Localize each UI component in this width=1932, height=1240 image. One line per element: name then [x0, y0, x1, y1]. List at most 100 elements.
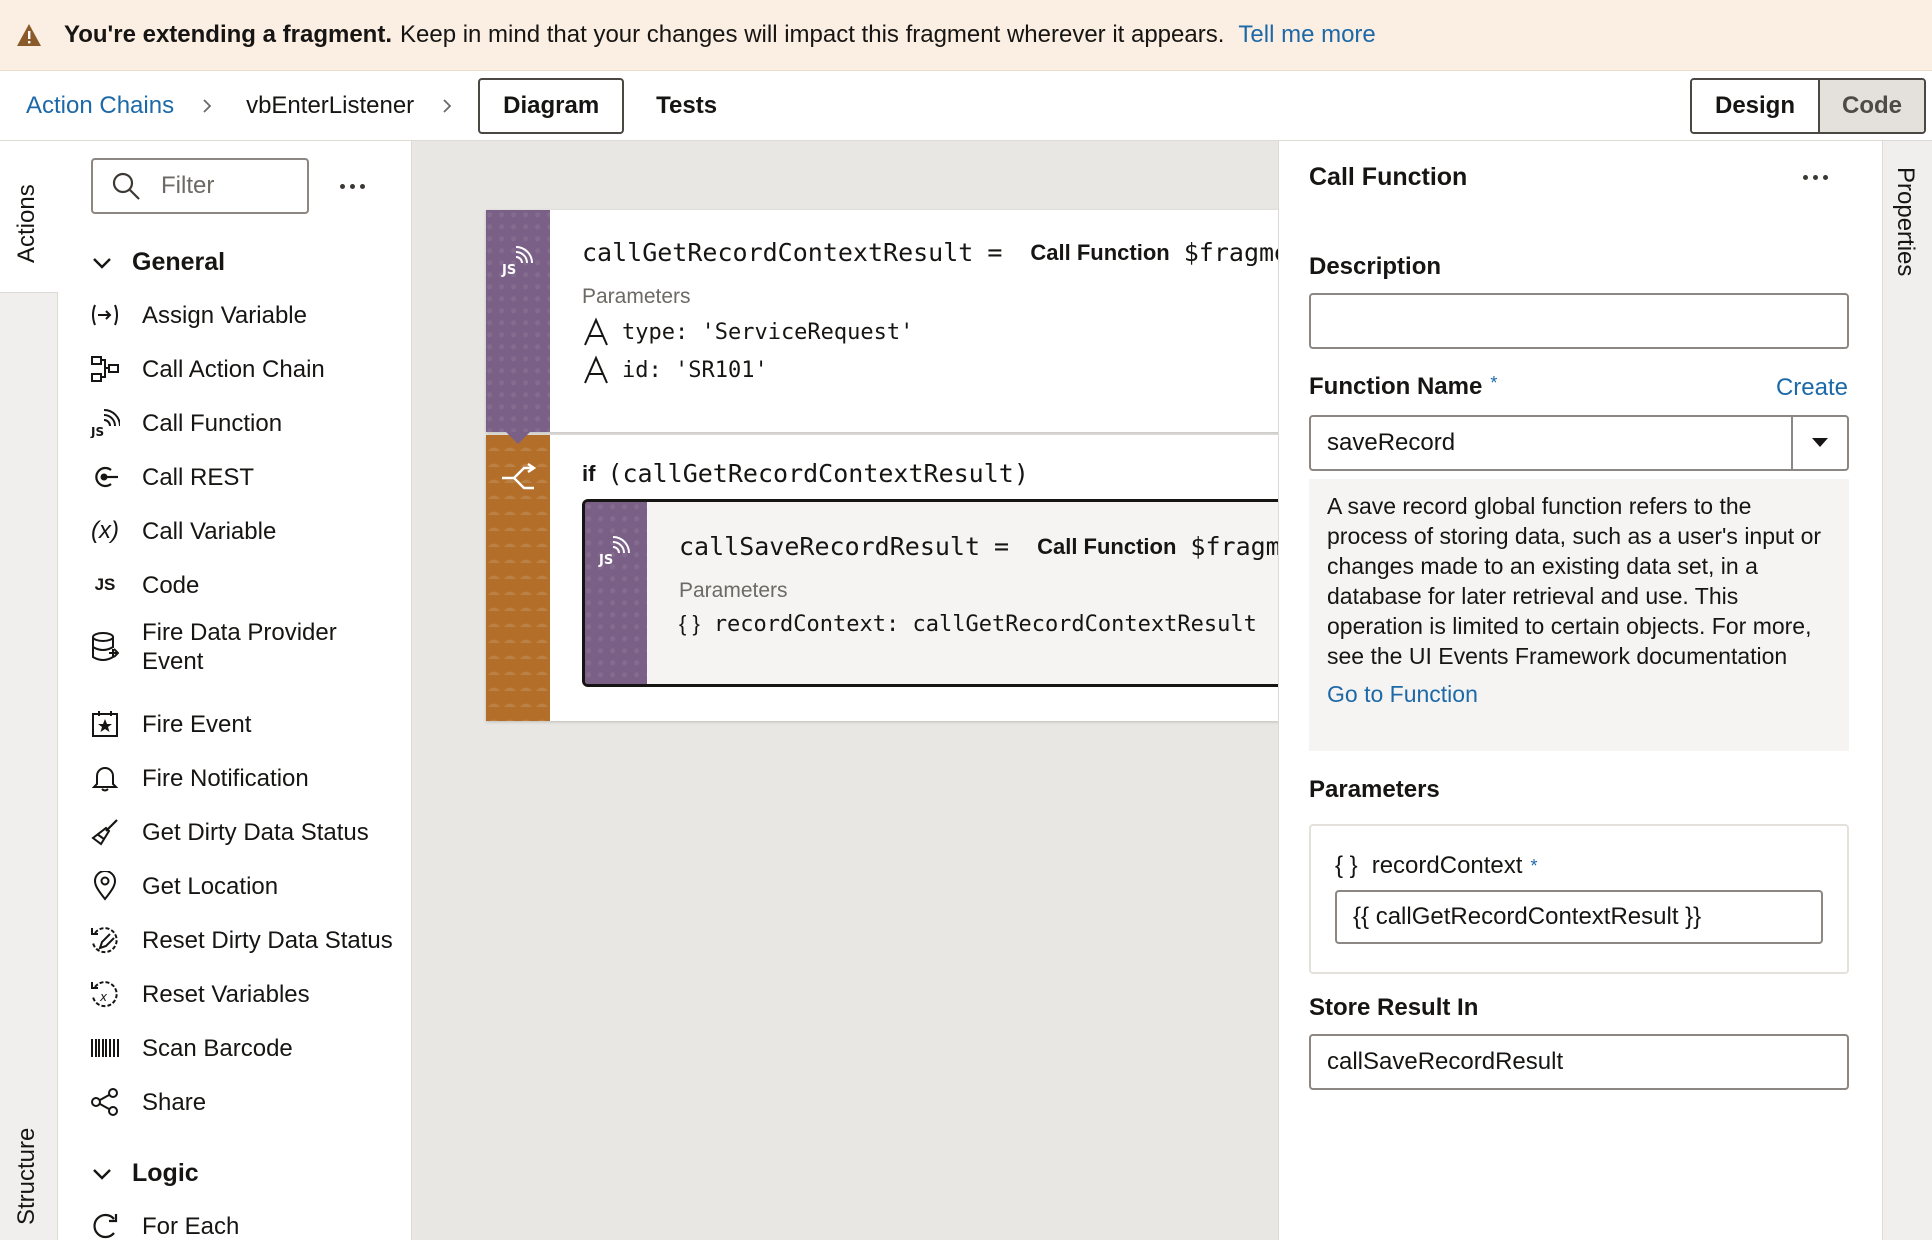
tab-structure[interactable]: Structure — [0, 1101, 58, 1240]
location-pin-icon — [88, 869, 122, 903]
call-function-icon: JS — [88, 406, 122, 440]
chevron-down-icon — [93, 1168, 111, 1180]
action-item[interactable]: Get Location — [88, 869, 278, 903]
banner-title: You're extending a fragment. — [64, 21, 392, 48]
result-variable: callSaveRecordResult — [679, 532, 981, 561]
call-function-node[interactable]: JS callGetRecordContextResult = Call Funct… — [486, 210, 1278, 432]
action-item-label: Call Variable — [142, 517, 277, 545]
action-item-label: Fire Data Provider Event — [142, 619, 337, 675]
chevron-right-icon[interactable] — [440, 98, 454, 113]
description-label: Description — [1309, 253, 1442, 280]
create-function-link[interactable]: Create — [1776, 374, 1848, 402]
if-branch-icon — [502, 463, 536, 490]
if-keyword: if — [582, 460, 596, 486]
tab-tests[interactable]: Tests — [632, 78, 741, 134]
design-code-toggle: Design Code — [1690, 78, 1926, 134]
call-action-chain-icon — [88, 352, 122, 386]
reset-dirty-icon — [88, 923, 122, 957]
tab-diagram[interactable]: Diagram — [478, 77, 625, 134]
action-item[interactable]: Fire Data Provider Event — [88, 618, 362, 676]
filter-placeholder: Filter — [161, 172, 215, 199]
action-item-label: Call Action Chain — [142, 355, 325, 383]
action-item[interactable]: x Reset Variables — [88, 977, 310, 1011]
action-item[interactable]: Assign Variable — [88, 298, 307, 332]
dropdown-arrow-icon[interactable] — [1791, 417, 1847, 469]
parameters-label: Parameters — [582, 285, 691, 308]
required-indicator: * — [1490, 373, 1498, 393]
database-icon — [88, 630, 122, 664]
breadcrumb-current[interactable]: vbEnterListener — [246, 92, 414, 120]
function-description: A save record global function refers to … — [1309, 479, 1849, 751]
action-item[interactable]: (x) Call Variable — [88, 514, 276, 548]
action-item-label: Get Location — [142, 872, 279, 900]
breadcrumb-action-chains[interactable]: Action Chains — [26, 92, 174, 120]
action-item-label: Scan Barcode — [142, 1034, 293, 1062]
group-general[interactable]: General — [92, 248, 225, 277]
tell-me-more-link[interactable]: Tell me more — [1238, 21, 1375, 49]
parameter-value: recordContext: callGetRecordContextResul… — [713, 611, 1257, 637]
group-logic[interactable]: Logic — [92, 1159, 199, 1188]
required-indicator: * — [1530, 855, 1538, 876]
action-item-label: For Each — [142, 1212, 240, 1240]
call-rest-icon — [88, 460, 122, 494]
store-result-input[interactable]: callSaveRecordResult — [1309, 1034, 1849, 1090]
action-item[interactable]: Get Dirty Data Status — [88, 815, 369, 849]
palette-more-icon[interactable] — [340, 184, 365, 189]
description-input[interactable] — [1309, 293, 1849, 349]
filter-input[interactable]: Filter — [91, 158, 309, 214]
breadcrumb: Action Chains vbEnterListener — [0, 92, 464, 120]
call-function-icon: JS — [501, 246, 533, 278]
record-context-input[interactable]: {{ callGetRecordContextResult }} — [1335, 890, 1823, 944]
string-type-icon — [584, 317, 608, 346]
properties-more-icon[interactable] — [1803, 175, 1828, 180]
tab-properties[interactable]: Properties — [1883, 141, 1932, 291]
function-name-select[interactable]: saveRecord — [1309, 415, 1849, 471]
editor-toolbar: Action Chains vbEnterListener Diagram Te… — [0, 71, 1932, 141]
action-item[interactable]: Call Action Chain — [88, 352, 325, 386]
barcode-icon — [88, 1031, 122, 1065]
bell-icon — [88, 761, 122, 795]
action-item-label: Reset Dirty Data Status — [142, 926, 393, 954]
action-item[interactable]: Scan Barcode — [88, 1031, 293, 1065]
function-name-label-text: Function Name — [1309, 373, 1483, 400]
function-name-value: saveRecord — [1327, 429, 1456, 456]
action-item[interactable]: For Each — [88, 1209, 239, 1240]
action-item[interactable]: JS Code — [88, 568, 200, 602]
string-type-icon — [584, 355, 608, 384]
parameters-box: { } recordContext * {{ callGetRecordCont… — [1309, 824, 1849, 974]
design-button[interactable]: Design — [1692, 80, 1818, 132]
fragment-warning-banner: You're extending a fragment. Keep in min… — [0, 0, 1932, 71]
code-icon: JS — [94, 575, 116, 594]
action-item[interactable]: Reset Dirty Data Status — [88, 923, 393, 957]
action-item[interactable]: Share — [88, 1085, 206, 1119]
action-item[interactable]: Call REST — [88, 460, 254, 494]
parameters-label: Parameters — [679, 579, 788, 602]
broom-icon — [88, 815, 122, 849]
action-item[interactable]: Fire Notification — [88, 761, 309, 795]
action-item-label: Fire Notification — [142, 764, 309, 792]
diagram-canvas[interactable]: JS callGetRecordContextResult = Call Funct… — [412, 141, 1278, 1240]
tab-actions[interactable]: Actions — [0, 141, 58, 293]
node-type-strip — [486, 435, 550, 721]
action-item[interactable]: Fire Event — [88, 707, 251, 741]
node-type-strip: JS — [486, 210, 550, 432]
node-type-strip: JS — [585, 502, 647, 684]
call-function-icon: JS — [598, 536, 630, 568]
action-item-label: Call Function — [142, 409, 283, 437]
action-item-label: Call REST — [142, 463, 255, 491]
if-condition: (callGetRecordContextResult) — [607, 459, 1029, 488]
store-result-label: Store Result In — [1309, 994, 1479, 1021]
object-type-icon: { } — [679, 611, 700, 636]
nested-call-function-node[interactable]: JS callSaveRecordResult = Call Function $fr… — [582, 499, 1278, 687]
go-to-function-link[interactable]: Go to Function — [1327, 679, 1831, 709]
action-item[interactable]: JS Call Function — [88, 406, 282, 440]
parameter-value: type: 'ServiceRequest' — [622, 319, 914, 345]
share-icon — [88, 1085, 122, 1119]
function-target: $fragmen — [1190, 532, 1278, 561]
action-item-label: Fire Event — [142, 710, 252, 738]
action-item-label: Get Dirty Data Status — [142, 818, 369, 846]
assign-variable-icon — [88, 298, 122, 332]
warning-icon — [17, 24, 41, 46]
code-button[interactable]: Code — [1818, 80, 1924, 132]
assign-operator: = — [987, 238, 1003, 267]
